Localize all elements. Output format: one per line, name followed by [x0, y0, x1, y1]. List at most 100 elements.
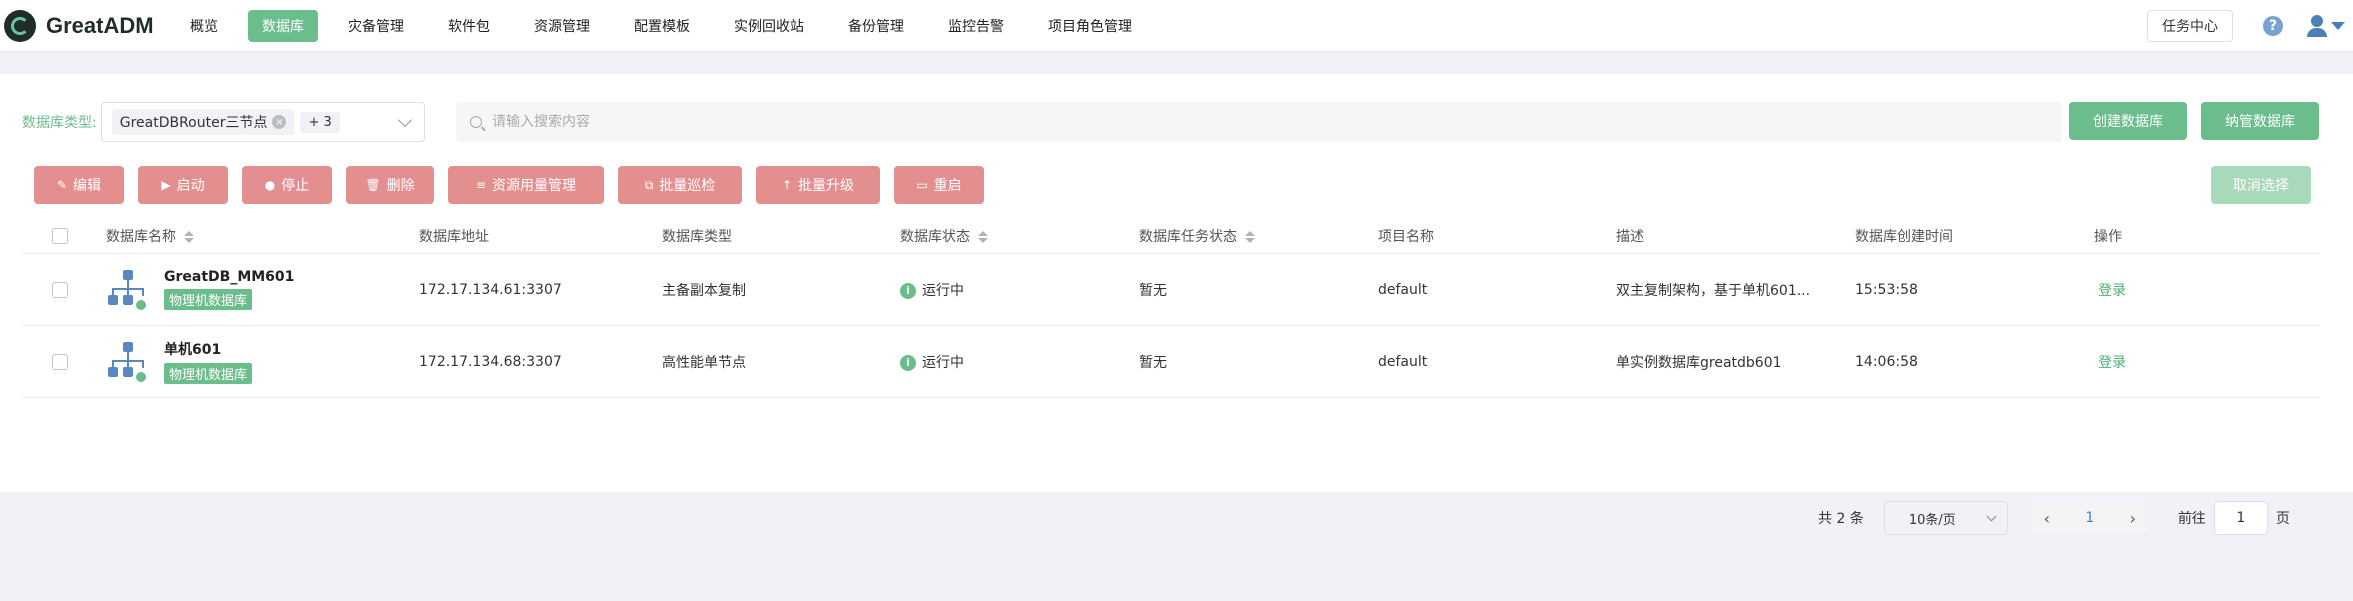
- sort-icon[interactable]: [1245, 230, 1255, 243]
- task-center-button[interactable]: 任务中心: [2147, 10, 2233, 42]
- app-name: GreatADM: [46, 12, 154, 38]
- col-created-header: 数据库创建时间: [1855, 228, 1953, 245]
- info-icon: i: [900, 354, 916, 371]
- search-box: [456, 102, 2062, 142]
- nav-item-resources[interactable]: 资源管理: [520, 10, 604, 42]
- database-topology-icon: [106, 340, 150, 384]
- current-page-number[interactable]: 1: [2061, 503, 2118, 533]
- cancel-selection-button[interactable]: 取消选择: [2211, 166, 2311, 204]
- row-checkbox[interactable]: [52, 353, 68, 370]
- db-type: 主备副本复制: [662, 282, 746, 299]
- chevron-right-icon: ›: [2129, 508, 2137, 528]
- stop-button[interactable]: ● 停止: [242, 166, 332, 204]
- resource-usage-button[interactable]: ≡ 资源用量管理: [448, 166, 604, 204]
- db-type: 高性能单节点: [662, 354, 746, 371]
- db-status: i 运行中: [900, 280, 964, 300]
- col-project-header: 项目名称: [1378, 228, 1434, 245]
- col-actions-header: 操作: [2094, 228, 2122, 245]
- edit-button-label: 编辑: [73, 178, 102, 194]
- nav-item-database[interactable]: 数据库: [248, 9, 318, 42]
- database-table: 数据库名称 数据库地址 数据库类型 数据库状态 数据库任务状态 项目名称 描述 …: [22, 218, 2320, 398]
- edit-button[interactable]: ✎ 编辑: [34, 166, 124, 204]
- batch-upgrade-button-label: 批量升级: [798, 178, 855, 194]
- nav-item-backup[interactable]: 备份管理: [834, 10, 918, 42]
- edit-icon: ✎: [56, 178, 68, 192]
- close-icon[interactable]: ×: [272, 115, 287, 129]
- db-created-time: 15:53:58: [1855, 281, 1918, 298]
- db-created-time: 14:06:58: [1855, 353, 1918, 370]
- col-status-header[interactable]: 数据库状态: [900, 226, 988, 246]
- nav-item-config-templates[interactable]: 配置模板: [620, 10, 704, 42]
- stop-button-label: 停止: [281, 178, 310, 194]
- top-right-tools: 任务中心 ?: [2147, 0, 2353, 52]
- nav-item-disaster-recovery[interactable]: 灾备管理: [334, 10, 418, 42]
- next-page-button[interactable]: ›: [2117, 503, 2148, 533]
- sort-icon[interactable]: [184, 230, 194, 243]
- create-database-button[interactable]: 创建数据库: [2069, 102, 2187, 140]
- adopt-database-button[interactable]: 纳管数据库: [2201, 102, 2319, 140]
- delete-button[interactable]: 🗑 删除: [346, 166, 434, 204]
- chevron-down-icon: [397, 112, 412, 128]
- delete-button-label: 删除: [386, 178, 415, 194]
- table-header: 数据库名称 数据库地址 数据库类型 数据库状态 数据库任务状态 项目名称 描述 …: [22, 218, 2320, 254]
- database-list-card: 数据库类型: GreatDBRouter三节点 × + 3 创建数据库 纳管数据…: [0, 74, 2353, 535]
- col-name-label: 数据库名称: [106, 228, 176, 245]
- pagination: 共 2 条 10条/页 ‹ 1 › 前往 页: [1818, 500, 2290, 536]
- db-description: 双主复制架构，基于单机601...: [1616, 282, 1811, 299]
- nav-item-project-roles[interactable]: 项目角色管理: [1034, 10, 1146, 42]
- db-status-label: 运行中: [922, 354, 964, 371]
- filter-row: 数据库类型: GreatDBRouter三节点 × + 3: [22, 102, 2062, 142]
- prev-page-button[interactable]: ‹: [2031, 503, 2062, 533]
- nav-item-monitoring[interactable]: 监控告警: [934, 10, 1018, 42]
- col-description-header: 描述: [1616, 228, 1644, 245]
- col-status-label: 数据库状态: [900, 228, 970, 245]
- user-menu[interactable]: [2307, 15, 2345, 37]
- restart-button[interactable]: ▭ 重启: [894, 166, 984, 204]
- db-name-link[interactable]: 单机601: [164, 339, 252, 359]
- login-link[interactable]: 登录: [2098, 280, 2126, 300]
- copy-icon: ⧉: [644, 177, 654, 192]
- app-logo[interactable]: GreatADM: [4, 9, 174, 42]
- col-name-header[interactable]: 数据库名称: [106, 226, 194, 246]
- resource-usage-button-label: 资源用量管理: [492, 178, 577, 194]
- db-address: 172.17.134.61:3307: [419, 281, 562, 298]
- total-count: 共 2 条: [1818, 511, 1864, 527]
- batch-inspect-button[interactable]: ⧉ 批量巡检: [618, 166, 742, 204]
- login-link[interactable]: 登录: [2098, 352, 2126, 372]
- table-row[interactable]: 单机601 物理机数据库 172.17.134.68:3307 高性能单节点 i…: [22, 326, 2320, 398]
- nav-item-recycle-bin[interactable]: 实例回收站: [720, 10, 818, 42]
- selected-type-tag-label: GreatDBRouter三节点: [119, 115, 268, 131]
- question-circle-icon[interactable]: ?: [2263, 16, 2283, 36]
- table-row[interactable]: GreatDB_MM601 物理机数据库 172.17.134.61:3307 …: [22, 254, 2320, 326]
- goto-label: 前往: [2177, 511, 2206, 527]
- db-task-status: 暂无: [1139, 282, 1167, 299]
- goto-page-input[interactable]: [2213, 501, 2268, 535]
- chevron-left-icon: ‹: [2043, 508, 2051, 528]
- db-type-select[interactable]: GreatDBRouter三节点 × + 3: [100, 102, 425, 142]
- db-task-status: 暂无: [1139, 354, 1167, 371]
- page-size-select[interactable]: 10条/页: [1883, 501, 2008, 535]
- nav-item-overview[interactable]: 概览: [176, 10, 232, 42]
- db-name-link[interactable]: GreatDB_MM601: [164, 269, 294, 285]
- logo-icon: [4, 9, 36, 42]
- stop-icon: ●: [264, 178, 276, 192]
- main-nav: 概览 数据库 灾备管理 软件包 资源管理 配置模板 实例回收站 备份管理 监控告…: [176, 0, 1162, 51]
- chevron-down-icon: [1986, 511, 1997, 521]
- col-task-status-label: 数据库任务状态: [1139, 228, 1237, 245]
- play-icon: ▶: [161, 178, 171, 192]
- search-input[interactable]: [492, 114, 1292, 130]
- start-button[interactable]: ▶ 启动: [138, 166, 228, 204]
- db-kind-badge: 物理机数据库: [164, 363, 253, 384]
- batch-inspect-button-label: 批量巡检: [659, 178, 716, 194]
- select-all-checkbox[interactable]: [52, 227, 68, 244]
- restart-button-label: 重启: [933, 178, 962, 194]
- nav-item-packages[interactable]: 软件包: [434, 10, 504, 42]
- col-task-status-header[interactable]: 数据库任务状态: [1139, 226, 1255, 246]
- bulk-action-toolbar: ✎ 编辑 ▶ 启动 ● 停止 🗑 删除 ≡ 资源用量管理 ⧉ 批量巡检 ↑ 批量升级 ▭ 重启: [34, 166, 998, 204]
- batch-upgrade-button[interactable]: ↑ 批量升级: [756, 166, 880, 204]
- page-suffix: 页: [2275, 511, 2290, 527]
- info-icon: i: [900, 282, 916, 299]
- db-kind-badge: 物理机数据库: [164, 289, 253, 310]
- sort-icon[interactable]: [978, 230, 988, 243]
- row-checkbox[interactable]: [52, 281, 68, 298]
